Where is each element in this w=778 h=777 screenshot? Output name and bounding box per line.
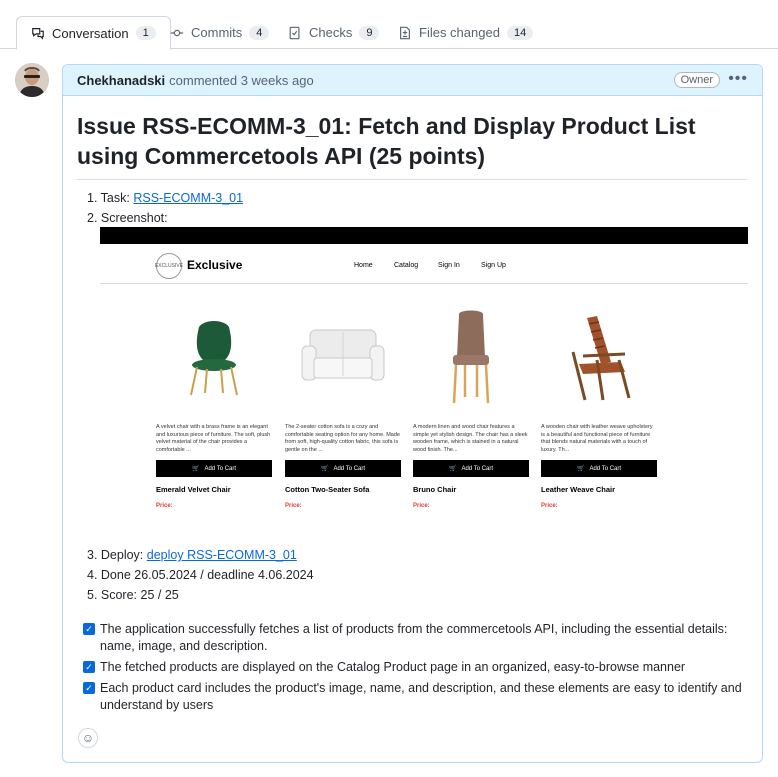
product-description: The 2-seater cotton sofa is a cozy and c… [285, 424, 400, 452]
product-image [541, 300, 657, 414]
shop-brand: Exclusive [187, 258, 243, 272]
task-list: ✓ The application successfully fetches a… [83, 621, 743, 718]
issue-list: 1. Task: RSS-ECOMM-3_01 2. Screenshot: [87, 188, 243, 228]
product-card: A wooden chair with leather weave uphols… [541, 300, 657, 509]
list-item-deploy: 3. Deploy: deploy RSS-ECOMM-3_01 [87, 548, 297, 562]
issue-list-continued: 3. Deploy: deploy RSS-ECOMM-3_01 4. Done… [87, 545, 314, 605]
product-price: Price: [413, 503, 430, 509]
comment-header: Chekhanadski commented 3 weeks ago Owner… [63, 65, 762, 96]
task-link[interactable]: RSS-ECOMM-3_01 [133, 191, 243, 205]
shop-logo: EXCLUSIVE [155, 253, 183, 279]
embedded-screenshot[interactable]: EXCLUSIVE Exclusive Home Catalog Sign In… [100, 227, 748, 525]
owner-badge: Owner [673, 72, 720, 88]
list-item-done: 4. Done 26.05.2024 / deadline 4.06.2024 [87, 568, 314, 582]
list-item-score: 5. Score: 25 / 25 [87, 588, 179, 602]
commit-icon [170, 29, 184, 36]
shop-nav-signup: Sign Up [481, 262, 506, 269]
cart-icon: 🛒 [448, 466, 457, 472]
tab-counter: 1 [135, 26, 156, 40]
comment-timestamp[interactable]: commented 3 weeks ago [169, 73, 314, 88]
task-item: ✓ The application successfully fetches a… [83, 621, 743, 655]
tab-commits[interactable]: Commits 4 [156, 16, 283, 49]
comment-discussion-icon [32, 28, 44, 40]
screenshot-header: EXCLUSIVE Exclusive Home Catalog Sign In… [100, 244, 748, 284]
product-image [156, 300, 272, 414]
checkbox-checked[interactable]: ✓ [83, 623, 95, 635]
tab-counter: 9 [359, 25, 380, 40]
tab-checks[interactable]: Checks 9 [274, 16, 393, 49]
tab-counter: 14 [506, 25, 534, 40]
screenshot-topbar [100, 227, 748, 244]
product-name: Bruno Chair [413, 485, 457, 494]
product-card: A velvet chair with a brass frame is an … [156, 300, 272, 509]
product-name: Leather Weave Chair [541, 485, 616, 494]
file-diff-icon [400, 26, 410, 39]
list-item-screenshot: 2. Screenshot: [87, 211, 168, 225]
deploy-link[interactable]: deploy RSS-ECOMM-3_01 [147, 548, 297, 562]
checkbox-checked[interactable]: ✓ [83, 682, 95, 694]
shop-nav-home: Home [354, 262, 373, 269]
add-to-cart-button: 🛒 Add To Cart [541, 460, 657, 477]
add-reaction-button[interactable]: ☺ [78, 728, 98, 748]
cart-icon: 🛒 [320, 466, 329, 472]
product-image [285, 300, 401, 414]
smiley-icon: ☺ [81, 731, 95, 745]
tab-counter: 4 [249, 25, 270, 40]
product-description: A velvet chair with a brass frame is an … [156, 424, 271, 452]
product-price: Price: [285, 503, 302, 509]
add-to-cart-button: 🛒 Add To Cart [156, 460, 272, 477]
cart-icon: 🛒 [576, 466, 585, 472]
tab-label: Files changed [419, 25, 500, 40]
task-item: ✓ The fetched products are displayed on … [83, 659, 743, 676]
issue-title: Issue RSS-ECOMM-3_01: Fetch and Display … [77, 111, 747, 180]
product-description: A wooden chair with leather weave uphols… [541, 424, 653, 452]
product-name: Emerald Velvet Chair [156, 485, 231, 494]
checkbox-checked[interactable]: ✓ [83, 661, 95, 673]
product-image [413, 300, 529, 414]
tab-label: Checks [309, 25, 353, 40]
list-item-task: 1. Task: RSS-ECOMM-3_01 [87, 191, 244, 205]
product-description: A modern linen and wood chair features a… [413, 424, 528, 452]
product-name: Cotton Two-Seater Sofa [285, 485, 370, 494]
pr-tabs: Conversation 1 Commits 4 Checks 9 Files … [0, 0, 778, 50]
product-card: The 2-seater cotton sofa is a cozy and c… [285, 300, 401, 509]
product-card: A modern linen and wood chair features a… [413, 300, 529, 509]
task-item: ✓ Each product card includes the product… [83, 680, 743, 714]
checklist-icon [289, 26, 300, 39]
tab-label: Commits [191, 25, 243, 40]
product-price: Price: [156, 503, 173, 509]
comment-author[interactable]: Chekhanadski [77, 73, 165, 88]
add-to-cart-button: 🛒 Add To Cart [413, 460, 529, 477]
shop-nav-signin: Sign In [438, 262, 460, 269]
cart-icon: 🛒 [191, 466, 200, 472]
avatar[interactable] [15, 63, 49, 97]
kebab-menu-icon[interactable]: ••• [728, 71, 748, 87]
tab-label: Conversation [52, 25, 129, 41]
add-to-cart-button: 🛒 Add To Cart [285, 460, 401, 477]
tab-files-changed[interactable]: Files changed 14 [384, 16, 547, 49]
shop-nav-catalog: Catalog [394, 262, 419, 269]
product-price: Price: [541, 503, 558, 509]
tab-conversation[interactable]: Conversation 1 [16, 16, 171, 50]
